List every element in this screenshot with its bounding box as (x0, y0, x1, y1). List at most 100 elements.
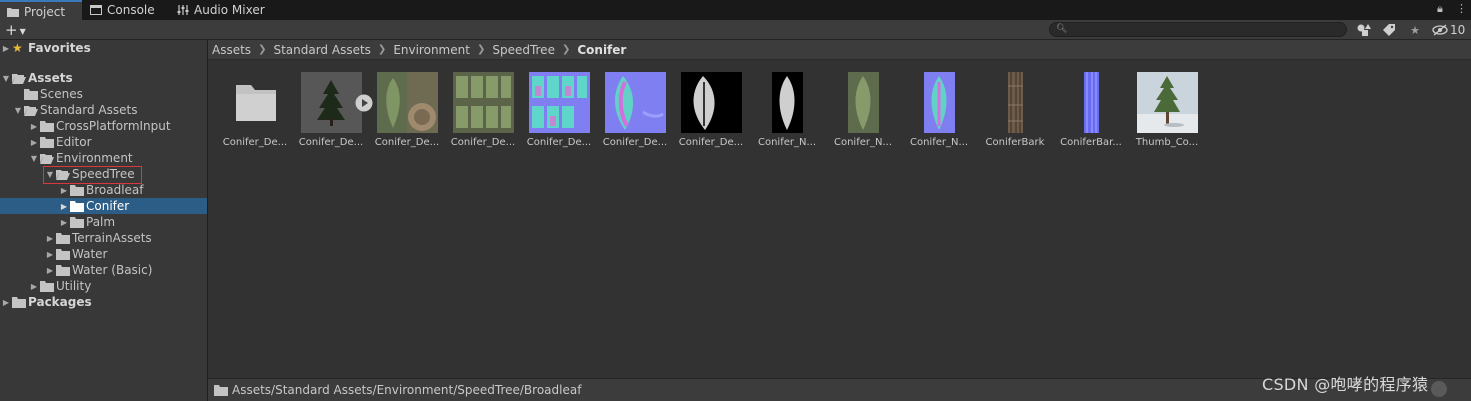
tree-item-label: Favorites (28, 41, 91, 55)
asset-tile[interactable]: Conifer_De... (674, 72, 748, 152)
asset-label: Conifer_De... (678, 137, 744, 148)
star-icon: ★ (1410, 23, 1420, 37)
breadcrumb-item[interactable]: SpeedTree (492, 43, 555, 57)
folder-icon (56, 264, 70, 276)
favorites-button[interactable]: ★ (1404, 22, 1426, 38)
asset-tile[interactable]: Conifer_De... (218, 72, 292, 152)
asset-tile[interactable]: Conifer_De... (598, 72, 672, 152)
tree-item-label: Palm (86, 215, 116, 229)
expand-arrow-icon[interactable]: ▶ (0, 44, 12, 53)
folder-tree: ▶ ★ Favorites ▼ Assets Scenes ▼ Standard… (0, 40, 207, 401)
eye-slash-icon (1432, 24, 1448, 36)
watermark-text: CSDN @咆哮的程序猿 (1262, 375, 1429, 394)
tree-item-label: Editor (56, 135, 92, 149)
search-by-label-button[interactable] (1378, 22, 1400, 38)
folder-icon (40, 280, 54, 292)
tree-item-utility[interactable]: ▶ Utility (0, 278, 207, 294)
folder-icon (70, 216, 84, 228)
mask-thumbnail-icon (772, 72, 803, 133)
expand-arrow-icon[interactable]: ▶ (44, 234, 56, 243)
search-by-type-button[interactable] (1353, 22, 1375, 38)
folder-icon (40, 120, 54, 132)
asset-tile[interactable]: Conifer_N... (750, 72, 824, 152)
folder-icon (7, 7, 19, 17)
asset-tile[interactable]: Conifer_De... (446, 72, 520, 152)
tree-item-standard-assets[interactable]: ▼ Standard Assets (0, 102, 207, 118)
normal-map-thumbnail-icon (924, 72, 955, 133)
tree-item-favorites[interactable]: ▶ ★ Favorites (0, 40, 207, 56)
search-input[interactable]: 🔍︎ (1049, 22, 1347, 37)
collapse-arrow-icon[interactable]: ▼ (28, 154, 40, 163)
tree-item-palm[interactable]: ▶ Palm (0, 214, 207, 230)
tree-item-terrainassets[interactable]: ▶ TerrainAssets (0, 230, 207, 246)
breadcrumb-item-current[interactable]: Conifer (577, 43, 626, 57)
folder-icon (56, 232, 70, 244)
tab-console[interactable]: Console (83, 0, 163, 20)
lock-icon[interactable]: 🔒︎ (1437, 2, 1443, 16)
tree-item-packages[interactable]: ▶ Packages (0, 294, 207, 310)
breadcrumb-item[interactable]: Standard Assets (273, 43, 370, 57)
hidden-packages-toggle[interactable]: 10 (1432, 22, 1465, 38)
folder-open-icon (40, 153, 54, 164)
audio-mixer-icon (177, 5, 189, 15)
expand-arrow-icon[interactable]: ▶ (58, 202, 70, 211)
breadcrumb-item[interactable]: Environment (393, 43, 470, 57)
expand-arrow-icon[interactable]: ▶ (44, 250, 56, 259)
tree-item-editor[interactable]: ▶ Editor (0, 134, 207, 150)
asset-label: Conifer_De... (374, 137, 440, 148)
more-menu-icon[interactable]: ⋮ (1456, 2, 1467, 15)
folder-icon (70, 200, 84, 212)
expand-arrow-icon[interactable]: ▶ (28, 122, 40, 131)
tab-project[interactable]: Project (0, 0, 82, 21)
create-button[interactable]: + ▼ (5, 20, 26, 40)
asset-grid: Conifer_De... Conifer_De... Conifer_De..… (208, 60, 1471, 378)
tree-item-label: Water (72, 247, 108, 261)
collapse-arrow-icon[interactable]: ▼ (12, 106, 24, 115)
expand-arrow-icon[interactable]: ▶ (28, 138, 40, 147)
tree-item-assets[interactable]: ▼ Assets (0, 70, 207, 86)
expand-arrow-icon[interactable]: ▶ (44, 266, 56, 275)
folder-icon (225, 72, 286, 133)
highlight-annotation-box (43, 166, 142, 184)
tree-item-water[interactable]: ▶ Water (0, 246, 207, 262)
tree-item-crossplatforminput[interactable]: ▶ CrossPlatformInput (0, 118, 207, 134)
tree-item-water-basic[interactable]: ▶ Water (Basic) (0, 262, 207, 278)
asset-tile[interactable]: ConiferBar... (1054, 72, 1128, 152)
collapse-arrow-icon[interactable]: ▼ (0, 74, 12, 83)
folder-open-icon (12, 73, 26, 84)
tree-item-environment[interactable]: ▼ Environment (0, 150, 207, 166)
tree-item-conifer[interactable]: ▶ Conifer (0, 198, 207, 214)
mask-thumbnail-icon (681, 72, 742, 133)
search-icon: 🔍︎ (1056, 24, 1068, 34)
asset-label: Conifer_De... (450, 137, 516, 148)
asset-tile[interactable]: Thumb_Co... (1130, 72, 1204, 152)
asset-tile[interactable]: Conifer_De... (522, 72, 596, 152)
expand-arrow-icon[interactable]: ▶ (58, 218, 70, 227)
tab-bar: Project Console Audio Mixer 🔒︎ ⋮ (0, 0, 1471, 21)
type-filter-icon (1357, 24, 1371, 36)
asset-tile[interactable]: Conifer_De... (370, 72, 444, 152)
tree-item-label: Conifer (86, 199, 130, 213)
texture-thumbnail-icon (377, 72, 438, 133)
tree-item-label: Assets (28, 71, 73, 85)
folder-icon (214, 384, 228, 396)
asset-label: Conifer_De... (526, 137, 592, 148)
expand-arrow-icon[interactable]: ▶ (28, 282, 40, 291)
tree-item-scenes[interactable]: Scenes (0, 86, 207, 102)
breadcrumb-item[interactable]: Assets (212, 43, 251, 57)
expand-arrow-icon[interactable]: ▶ (0, 298, 12, 307)
asset-tile[interactable]: ConiferBark (978, 72, 1052, 152)
console-icon (90, 5, 102, 15)
asset-tile[interactable]: Conifer_N... (826, 72, 900, 152)
normal-map-thumbnail-icon (529, 72, 590, 133)
expand-arrow-icon[interactable]: ▶ (58, 186, 70, 195)
tree-item-broadleaf[interactable]: ▶ Broadleaf (0, 182, 207, 198)
prefab-preview-icon (301, 72, 362, 133)
plus-icon: + (5, 21, 18, 39)
label-tag-icon (1383, 24, 1395, 36)
asset-tile[interactable]: Conifer_De... (294, 72, 373, 152)
tab-audio-mixer[interactable]: Audio Mixer (170, 0, 270, 20)
folder-icon (70, 184, 84, 196)
asset-tile[interactable]: Conifer_N... (902, 72, 976, 152)
tree-item-label: TerrainAssets (72, 231, 152, 245)
